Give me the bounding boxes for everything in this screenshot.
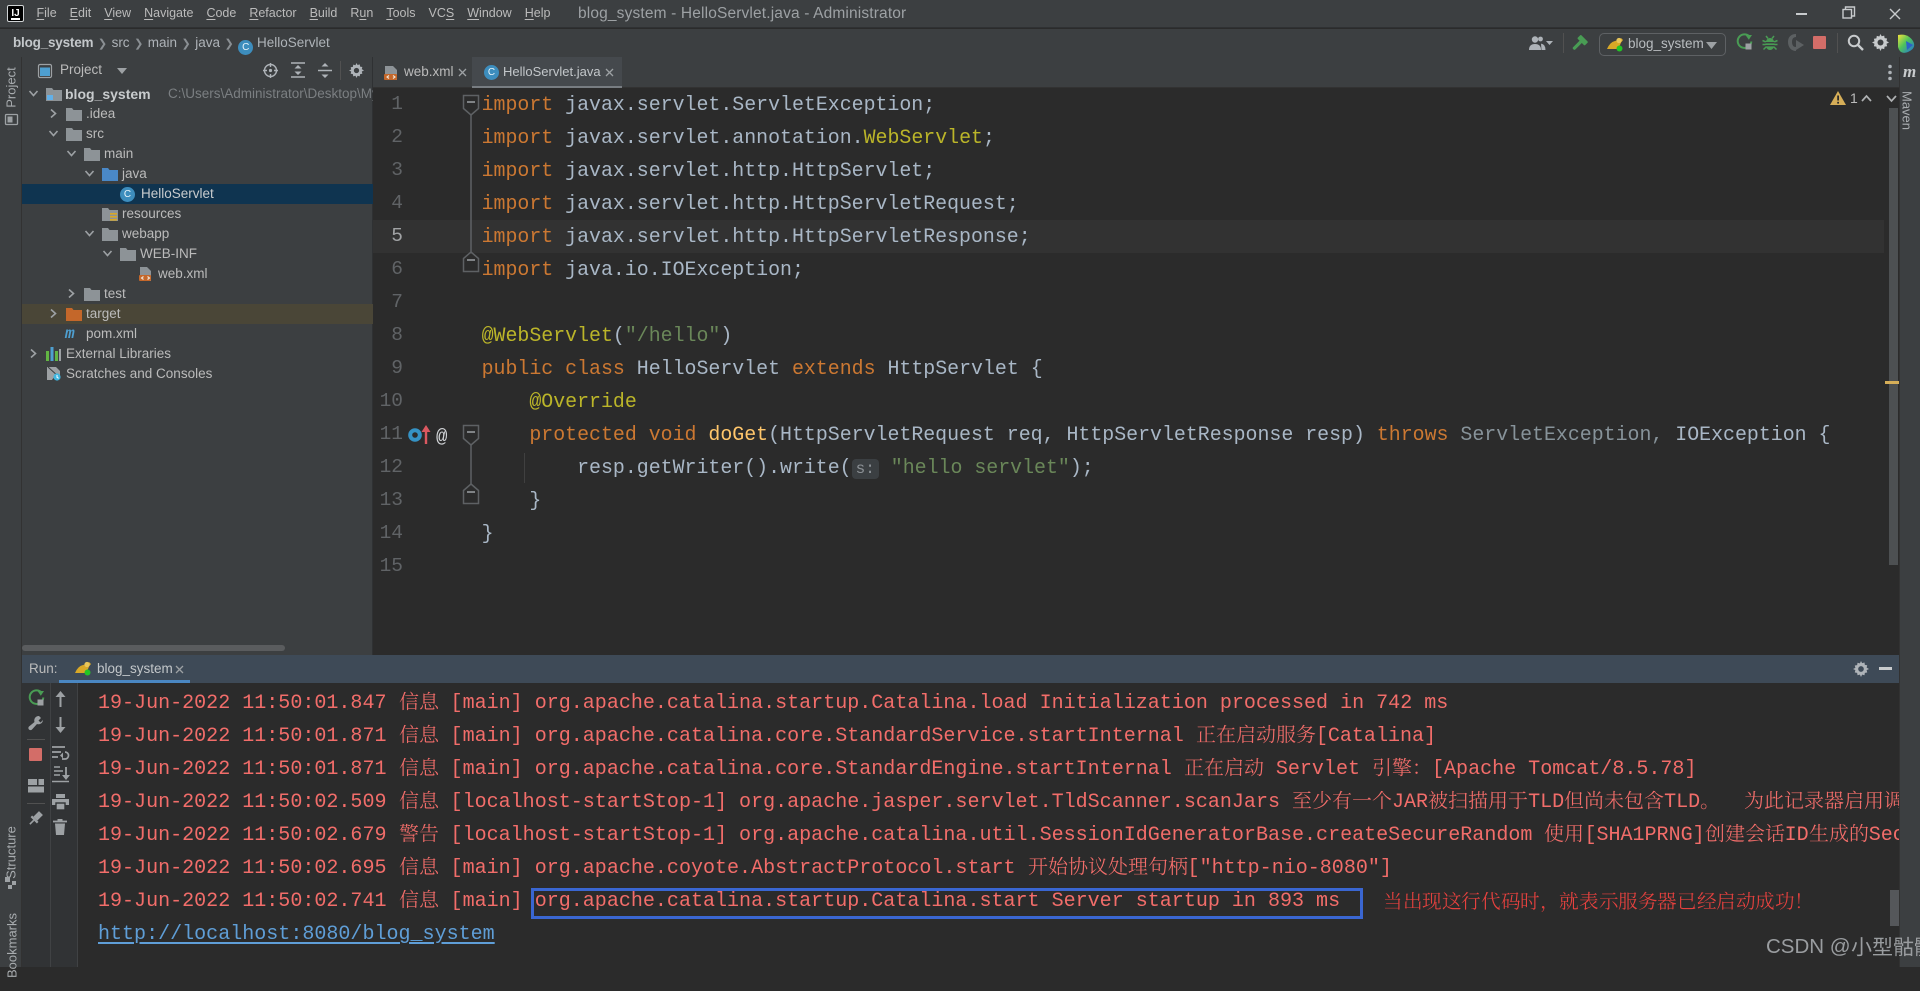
svg-text:@: @ [436,426,448,448]
